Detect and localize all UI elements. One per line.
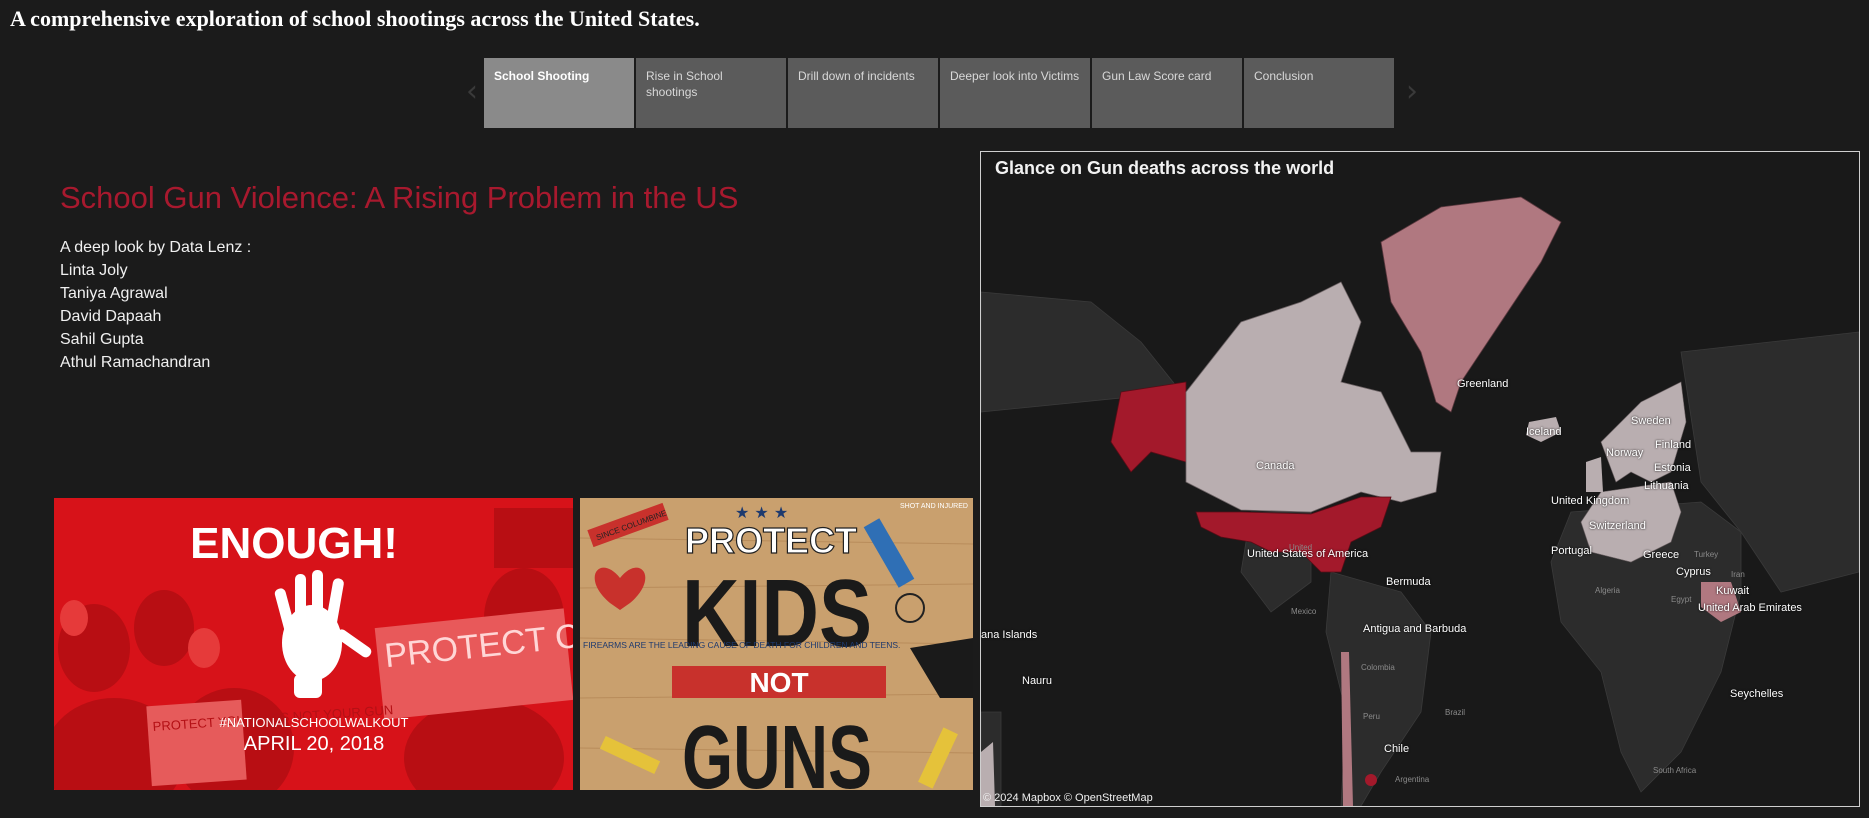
map-basemap[interactable] [981,152,1859,806]
basemap-label: United [1289,543,1313,552]
tab-gun-law-score-card[interactable]: Gun Law Score card [1092,58,1242,128]
country-marker[interactable] [1365,774,1377,786]
author-name: Linta Joly [60,262,128,279]
label-cyprus[interactable]: Cyprus [1676,566,1711,578]
label-sweden[interactable]: Sweden [1631,415,1671,427]
author-name: Athul Ramachandran [60,354,211,371]
tab-label: Rise in School shootings [646,69,723,99]
country-uk[interactable] [1586,457,1603,492]
label-estonia[interactable]: Estonia [1654,462,1691,474]
label-united-kingdom[interactable]: United Kingdom [1551,495,1629,507]
poster-word-guns: GUNS [682,708,872,790]
page-title: A comprehensive exploration of school sh… [10,6,700,31]
label-uae[interactable]: United Arab Emirates [1698,602,1802,614]
basemap-label: South Africa [1653,766,1697,775]
label-nauru[interactable]: Nauru [1022,675,1052,687]
world-gun-deaths-map[interactable]: Glance on Gun deaths across the world Gr… [980,151,1860,807]
tab-label: Conclusion [1254,69,1314,83]
label-chile[interactable]: Chile [1384,743,1409,755]
poster-word-not: NOT [749,667,808,698]
tab-label: School Shooting [494,69,590,83]
credits: A deep look by Data Lenz : Linta Joly Ta… [60,236,251,374]
label-mariana-islands[interactable]: ana Islands [981,629,1037,641]
map-title: Glance on Gun deaths across the world [995,158,1335,178]
basemap-label: Mexico [1291,607,1317,616]
walkout-poster-image: PROTECT CHILDREN NOT GUNS PROTECT YOUR K… [54,498,573,790]
author-name: Taniya Agrawal [60,285,168,302]
basemap-label: Peru [1363,712,1380,721]
basemap-label: Argentina [1395,775,1430,784]
label-finland[interactable]: Finland [1655,439,1691,451]
label-kuwait[interactable]: Kuwait [1716,585,1749,597]
author-name: Sahil Gupta [60,331,144,348]
label-canada[interactable]: Canada [1256,460,1295,472]
walkout-date: APRIL 20, 2018 [244,733,384,755]
label-greenland[interactable]: Greenland [1457,378,1508,390]
protest-crowd-illustration: PROTECT CHILDREN NOT GUNS PROTECT YOUR K… [54,498,573,790]
story-heading: School Gun Violence: A Rising Problem in… [60,180,739,215]
poster-word-protect: PROTECT [685,520,857,561]
basemap-label: Turkey [1694,550,1719,559]
chevron-left-icon[interactable]: ‹ [460,77,484,107]
map-attribution[interactable]: © 2024 Mapbox © OpenStreetMap [983,792,1153,804]
label-greece[interactable]: Greece [1643,549,1679,561]
basemap-label: Colombia [1361,663,1395,672]
label-lithuania[interactable]: Lithuania [1644,480,1689,492]
basemap-label: Algeria [1595,586,1620,595]
story-tabs: School Shooting Rise in School shootings… [484,58,1394,128]
label-antigua-and-barbuda[interactable]: Antigua and Barbuda [1363,623,1466,635]
poster-word-kids: KIDS [682,560,872,667]
label-portugal[interactable]: Portugal [1551,545,1592,557]
tab-rise-in-school-shootings[interactable]: Rise in School shootings [636,58,786,128]
protect-kids-poster-image: SINCE COLUMBINE ★ ★ ★ PROTECT KIDS NOT G… [580,498,973,790]
tab-deeper-look-into-victims[interactable]: Deeper look into Victims [940,58,1090,128]
tab-label: Drill down of incidents [798,69,915,83]
basemap-label: Brazil [1445,708,1466,717]
label-iceland[interactable]: Iceland [1526,426,1561,438]
tab-label: Deeper look into Victims [950,69,1080,83]
firearms-fact: FIREARMS ARE THE LEADING CAUSE OF DEATH … [583,640,900,650]
tab-label: Gun Law Score card [1102,69,1212,83]
chevron-right-icon[interactable]: › [1400,77,1424,107]
basemap-label: Iran [1731,570,1745,579]
corner-caption: SHOT AND INJURED [900,503,968,510]
walkout-hashtag: #NATIONALSCHOOLWALKOUT [219,715,408,730]
tab-drill-down-of-incidents[interactable]: Drill down of incidents [788,58,938,128]
credits-intro: A deep look by Data Lenz : [60,239,252,256]
label-norway[interactable]: Norway [1606,447,1643,459]
label-switzerland[interactable]: Switzerland [1589,520,1646,532]
protect-kids-illustration: SINCE COLUMBINE ★ ★ ★ PROTECT KIDS NOT G… [580,498,973,790]
enough-headline: ENOUGH! [190,519,398,568]
label-bermuda[interactable]: Bermuda [1386,576,1431,588]
label-seychelles[interactable]: Seychelles [1730,688,1783,700]
tab-conclusion[interactable]: Conclusion [1244,58,1394,128]
tab-school-shooting[interactable]: School Shooting [484,58,634,128]
basemap-label: Egypt [1671,595,1692,604]
author-name: David Dapaah [60,308,162,325]
